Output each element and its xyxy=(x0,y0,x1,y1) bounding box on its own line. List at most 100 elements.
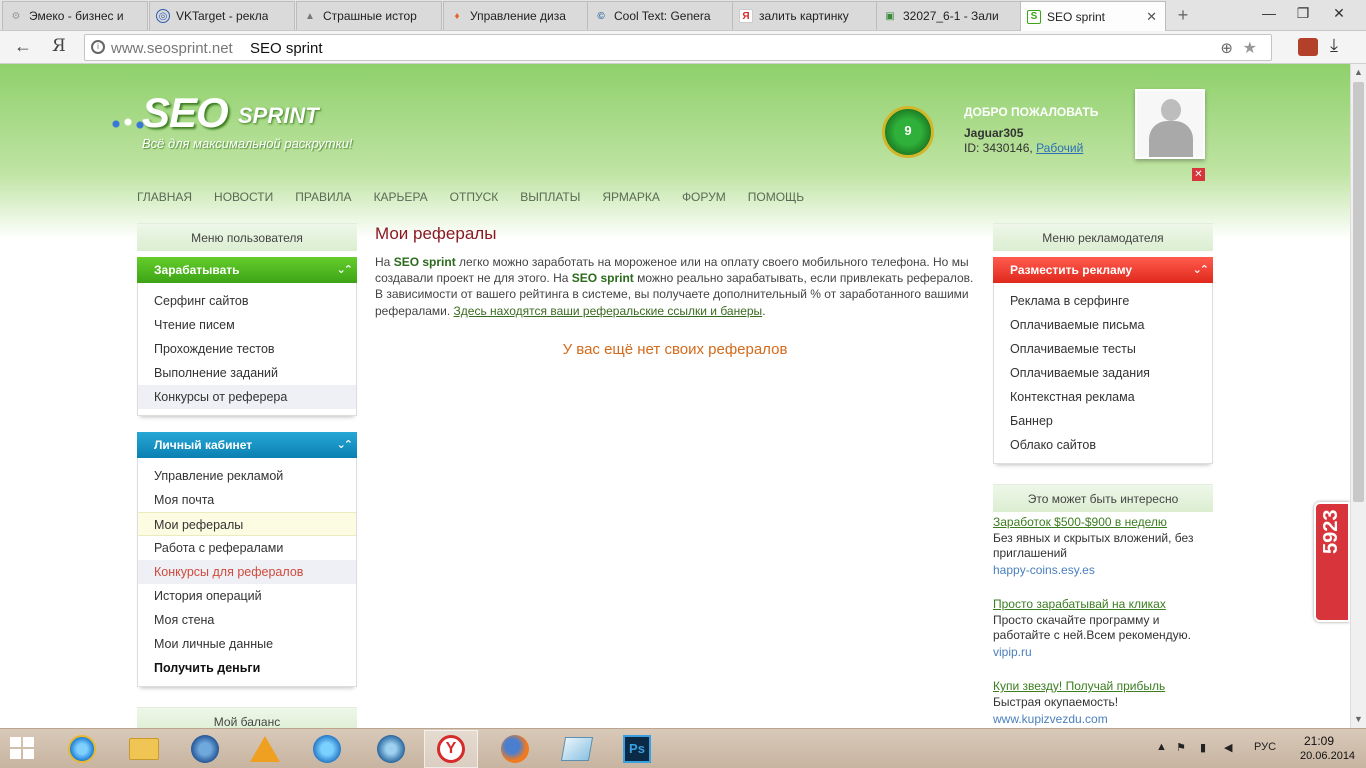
app-taskbar-button[interactable] xyxy=(550,730,604,768)
nav-forum[interactable]: ФОРУМ xyxy=(682,190,726,206)
aimp-taskbar-button[interactable] xyxy=(238,730,292,768)
explorer-taskbar-button[interactable] xyxy=(117,730,171,768)
avatar[interactable] xyxy=(1135,89,1205,159)
show-hidden-icons[interactable]: ▲ xyxy=(1156,741,1167,753)
menu-item-paid-letters[interactable]: Оплачиваемые письма xyxy=(994,313,1212,337)
zoom-icon[interactable]: ⊕ xyxy=(1220,39,1233,57)
collapse-chevron-icon[interactable]: ⌄⌃ xyxy=(1193,257,1210,283)
collapse-chevron-icon[interactable]: ⌄⌃ xyxy=(337,432,354,458)
welcome-title: ДОБРО ПОЖАЛОВАТЬ xyxy=(964,105,1099,119)
tab-emeko[interactable]: ⚙ Эмеко - бизнес и xyxy=(2,1,148,30)
menu-item-context-ads[interactable]: Контекстная реклама xyxy=(994,385,1212,409)
yandex-icon: Я xyxy=(739,9,753,23)
avatar-head xyxy=(1161,99,1181,121)
menu-item-referral-contests[interactable]: Конкурсы для рефералов xyxy=(138,560,356,584)
nav-fair[interactable]: ЯРМАРКА xyxy=(602,190,660,206)
language-indicator[interactable]: РУС xyxy=(1254,741,1276,753)
close-icon[interactable]: ✕ xyxy=(1192,168,1205,181)
menu-item-get-money[interactable]: Получить деньги xyxy=(138,656,356,680)
menu-item-site-cloud[interactable]: Облако сайтов xyxy=(994,433,1212,457)
menu-item-surfing[interactable]: Серфинг сайтов xyxy=(138,289,356,313)
cabinet-section-header[interactable]: Личный кабинет ⌄⌃ xyxy=(137,432,357,458)
url-field[interactable]: i www.seosprint.net SEO sprint ⊕ ★ xyxy=(84,34,1272,61)
clock-time[interactable]: 21:09 xyxy=(1304,734,1334,748)
close-tab-icon[interactable]: ✕ xyxy=(1146,9,1157,25)
photoshop-taskbar-button[interactable]: Ps xyxy=(610,730,664,768)
yandex-home-icon[interactable]: Я xyxy=(52,36,66,56)
site-info-icon[interactable]: i xyxy=(91,40,105,54)
menu-item-my-referrals[interactable]: Мои рефералы xyxy=(138,512,356,536)
ad-url[interactable]: www.kupizvezdu.com xyxy=(993,712,1213,726)
menu-item-ad-management[interactable]: Управление рекламой xyxy=(138,464,356,488)
nav-help[interactable]: ПОМОЩЬ xyxy=(748,190,804,206)
tab-cooltext[interactable]: © Cool Text: Genera xyxy=(587,1,733,30)
nav-rules[interactable]: ПРАВИЛА xyxy=(295,190,351,206)
ie-taskbar-button[interactable] xyxy=(55,730,109,768)
menu-item-surfing-ads[interactable]: Реклама в серфинге xyxy=(994,289,1212,313)
nav-vacation[interactable]: ОТПУСК xyxy=(450,190,499,206)
browser-tab-bar: ⚙ Эмеко - бизнес и ◎ VKTarget - рекла ▲ … xyxy=(0,0,1366,31)
nav-news[interactable]: НОВОСТИ xyxy=(214,190,273,206)
site-logo[interactable]: SEO SPRINT Всё для максимальной раскрутк… xyxy=(110,89,380,159)
scroll-down-icon[interactable]: ▼ xyxy=(1354,714,1363,724)
menu-item-banner[interactable]: Баннер xyxy=(994,409,1212,433)
referral-links-link[interactable]: Здесь находятся ваши реферальские ссылки… xyxy=(454,304,763,318)
scroll-up-icon[interactable]: ▲ xyxy=(1354,67,1363,77)
windows-start-icon[interactable] xyxy=(10,737,36,761)
ad-url[interactable]: vipip.ru xyxy=(993,645,1213,659)
app-taskbar-button[interactable] xyxy=(364,730,418,768)
download-icon[interactable]: ⤓ xyxy=(1330,35,1338,56)
menu-item-personal-data[interactable]: Мои личные данные xyxy=(138,632,356,656)
menu-item-referrer-contests[interactable]: Конкурсы от реферера xyxy=(138,385,356,409)
menu-item-tests[interactable]: Прохождение тестов xyxy=(138,337,356,361)
level-badge[interactable]: 9 xyxy=(882,106,934,158)
restore-button[interactable]: ❐ xyxy=(1288,3,1318,23)
nav-home[interactable]: ГЛАВНАЯ xyxy=(137,190,192,206)
network-icon[interactable]: ▮ xyxy=(1200,741,1206,754)
page-scrollbar[interactable]: ▲ ▼ xyxy=(1350,64,1366,728)
tab-upload-image[interactable]: Я залить картинку xyxy=(732,1,878,30)
nav-career[interactable]: КАРЬЕРА xyxy=(374,190,428,206)
ad-title-link[interactable]: Купи звезду! Получай прибыль xyxy=(993,679,1213,693)
menu-item-my-mail[interactable]: Моя почта xyxy=(138,488,356,512)
vktarget-icon: ◎ xyxy=(156,9,170,23)
menu-item-my-wall[interactable]: Моя стена xyxy=(138,608,356,632)
menu-item-paid-tasks[interactable]: Оплачиваемые задания xyxy=(994,361,1212,385)
tab-image-32027[interactable]: ▣ 32027_6-1 - Зали xyxy=(876,1,1022,30)
menu-item-operations-history[interactable]: История операций xyxy=(138,584,356,608)
advertiser-menu: Меню рекламодателя Разместить рекламу ⌄⌃… xyxy=(993,223,1213,512)
bookmark-star-icon[interactable]: ★ xyxy=(1243,38,1257,58)
firefox-taskbar-button[interactable] xyxy=(488,730,542,768)
earn-section-header[interactable]: Зарабатывать ⌄⌃ xyxy=(137,257,357,283)
tab-design[interactable]: ♦ Управление диза xyxy=(443,1,589,30)
tab-seosprint[interactable]: S SEO sprint ✕ xyxy=(1020,1,1166,31)
clock-date[interactable]: 20.06.2014 xyxy=(1300,750,1355,762)
earn-menu-list: Серфинг сайтов Чтение писем Прохождение … xyxy=(137,283,357,416)
menu-item-work-with-referrals[interactable]: Работа с рефералами xyxy=(138,536,356,560)
side-widget-tab[interactable]: 5923 xyxy=(1314,502,1350,622)
menu-item-reading-letters[interactable]: Чтение писем xyxy=(138,313,356,337)
ad-title-link[interactable]: Заработок $500-$900 в неделю xyxy=(993,515,1213,529)
close-window-button[interactable]: ✕ xyxy=(1324,3,1354,23)
tab-stories[interactable]: ▲ Страшные истор xyxy=(296,1,442,30)
minimize-button[interactable]: — xyxy=(1254,3,1284,23)
volume-icon[interactable]: ◀ xyxy=(1224,741,1232,754)
app-taskbar-button[interactable] xyxy=(300,730,354,768)
app-taskbar-button[interactable] xyxy=(178,730,232,768)
user-status-link[interactable]: Рабочий xyxy=(1036,141,1083,155)
nav-payouts[interactable]: ВЫПЛАТЫ xyxy=(520,190,580,206)
tab-vktarget[interactable]: ◎ VKTarget - рекла xyxy=(149,1,295,30)
collapse-chevron-icon[interactable]: ⌄⌃ xyxy=(337,257,354,283)
back-arrow-icon[interactable]: ← xyxy=(14,36,32,57)
extension-icon[interactable] xyxy=(1298,38,1318,56)
scroll-thumb[interactable] xyxy=(1353,82,1364,502)
ad-url[interactable]: happy-coins.esy.es xyxy=(993,563,1213,577)
ad-description: Просто скачайте программу и работайте с … xyxy=(993,613,1191,642)
flag-icon[interactable]: ⚑ xyxy=(1176,741,1186,754)
new-tab-button[interactable]: + xyxy=(1172,4,1194,26)
menu-item-paid-tests[interactable]: Оплачиваемые тесты xyxy=(994,337,1212,361)
place-ads-section-header[interactable]: Разместить рекламу ⌄⌃ xyxy=(993,257,1213,283)
yandex-browser-taskbar-button[interactable]: Y xyxy=(424,730,478,768)
menu-item-tasks[interactable]: Выполнение заданий xyxy=(138,361,356,385)
ad-title-link[interactable]: Просто зарабатывай на кликах xyxy=(993,597,1213,611)
